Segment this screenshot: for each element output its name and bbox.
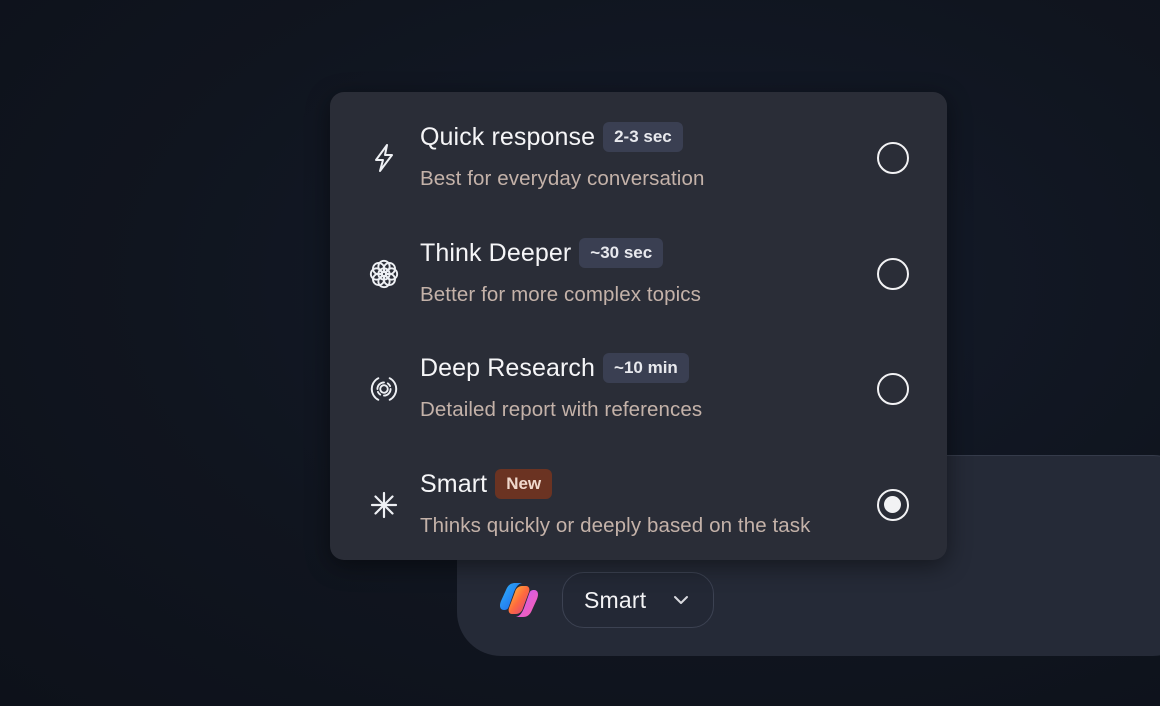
duration-badge: 2-3 sec <box>603 122 683 152</box>
menu-item-title: Quick response <box>420 122 596 151</box>
menu-item-description: Thinks quickly or deeply based on the ta… <box>420 514 811 537</box>
menu-item-quick-response[interactable]: Quick response 2-3 sec Best for everyday… <box>330 96 947 212</box>
mode-select-button[interactable]: Smart <box>562 572 714 628</box>
menu-item-think-deeper[interactable]: Think Deeper ~30 sec Better for more com… <box>330 212 947 328</box>
radio-button[interactable] <box>877 258 909 290</box>
radio-button[interactable] <box>877 373 909 405</box>
mode-select-label: Smart <box>584 586 647 613</box>
menu-item-description: Best for everyday conversation <box>420 167 705 190</box>
radio-button[interactable] <box>877 142 909 174</box>
menu-item-description: Detailed report with references <box>420 398 703 421</box>
concentric-target-icon <box>368 373 400 405</box>
mode-menu: Quick response 2-3 sec Best for everyday… <box>330 92 947 560</box>
menu-item-description: Better for more complex topics <box>420 283 701 306</box>
copilot-logo-icon <box>498 580 540 620</box>
menu-item-title: Smart <box>420 469 488 498</box>
menu-item-title: Deep Research <box>420 353 596 382</box>
sparkle-asterisk-icon <box>368 489 400 521</box>
menu-item-title: Think Deeper <box>420 238 572 267</box>
flower-icon <box>368 258 400 290</box>
chevron-down-icon <box>673 593 689 612</box>
lightning-icon <box>368 142 400 174</box>
duration-badge: ~10 min <box>603 353 689 383</box>
new-badge: New <box>495 469 553 499</box>
menu-item-deep-research[interactable]: Deep Research ~10 min Detailed report wi… <box>330 327 947 443</box>
duration-badge: ~30 sec <box>579 238 664 268</box>
radio-button-selected[interactable] <box>877 489 909 521</box>
menu-item-smart[interactable]: Smart New Thinks quickly or deeply based… <box>330 443 947 559</box>
